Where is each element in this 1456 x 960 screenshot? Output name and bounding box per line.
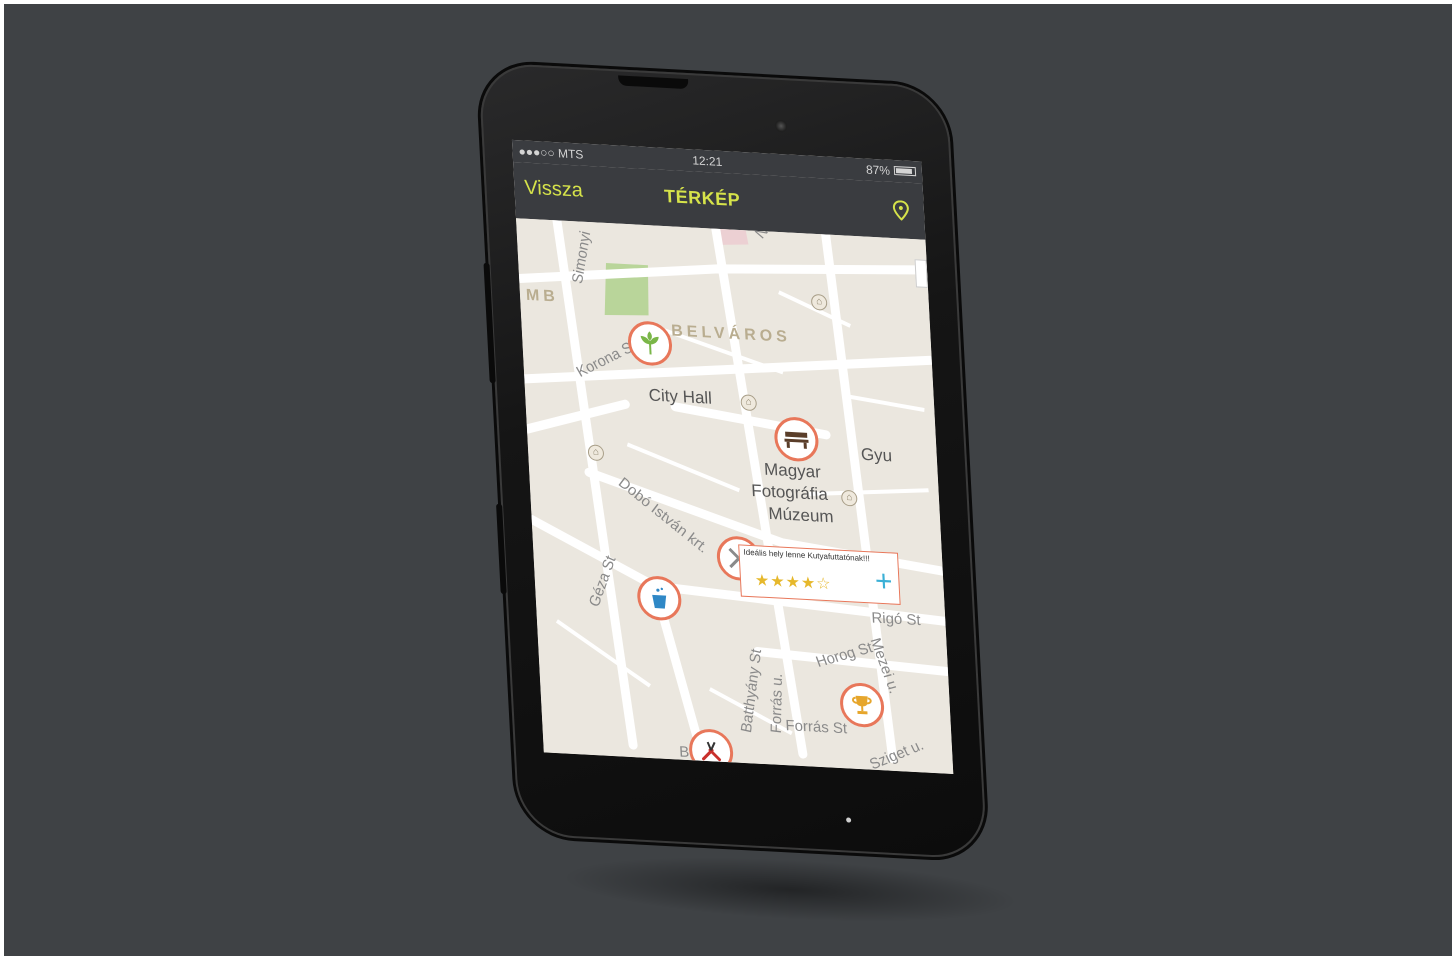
app-screen: ●●●○○ MTS 12:21 87% Vissza TÉRKÉP BELVÁR… xyxy=(511,139,954,774)
museum-label-line1: Magyar xyxy=(763,459,822,482)
location-pin-icon[interactable] xyxy=(892,200,911,221)
pliers-icon xyxy=(702,741,722,762)
museum-label-line3: Múzeum xyxy=(767,503,835,527)
museum-label-line2: Fotográfia xyxy=(750,480,829,505)
callout-description: Ideális hely lenne Kutyafuttatónak!!! xyxy=(743,547,870,564)
map-view[interactable]: BELVÁROS MB City Hall ⌂ Magyar Fotográfi… xyxy=(516,218,954,774)
city-hall-label: City Hall xyxy=(648,385,713,408)
street-label: Forrás St xyxy=(785,717,848,738)
page-title: TÉRKÉP xyxy=(663,185,741,211)
plant-icon xyxy=(640,331,659,355)
water-cup-icon xyxy=(652,587,667,609)
back-button[interactable]: Vissza xyxy=(524,177,584,203)
street-label: Forrás u. xyxy=(767,672,786,735)
place-callout[interactable]: Ideális hely lenne Kutyafuttatónak!!! ★★… xyxy=(738,544,901,605)
trophy-icon xyxy=(851,695,872,715)
battery-icon xyxy=(893,166,917,177)
bench-icon xyxy=(784,431,809,449)
carrier-label: ●●●○○ MTS xyxy=(518,144,584,162)
phone-mockup: ●●●○○ MTS 12:21 87% Vissza TÉRKÉP BELVÁR… xyxy=(478,62,1041,933)
notification-led xyxy=(846,817,852,823)
district-label-partial: MB xyxy=(525,286,560,306)
street-label: Gyu xyxy=(860,444,893,466)
front-camera xyxy=(774,119,788,133)
earpiece xyxy=(618,75,689,90)
add-button[interactable]: + xyxy=(874,565,893,599)
map-scale-control[interactable] xyxy=(914,259,928,288)
rating-stars: ★★★★☆ xyxy=(754,572,833,594)
clock: 12:21 xyxy=(691,153,723,170)
street-label: Rigó St xyxy=(871,609,922,630)
battery-percent: 87% xyxy=(865,162,891,178)
phone-body: ●●●○○ MTS 12:21 87% Vissza TÉRKÉP BELVÁR… xyxy=(478,62,988,860)
